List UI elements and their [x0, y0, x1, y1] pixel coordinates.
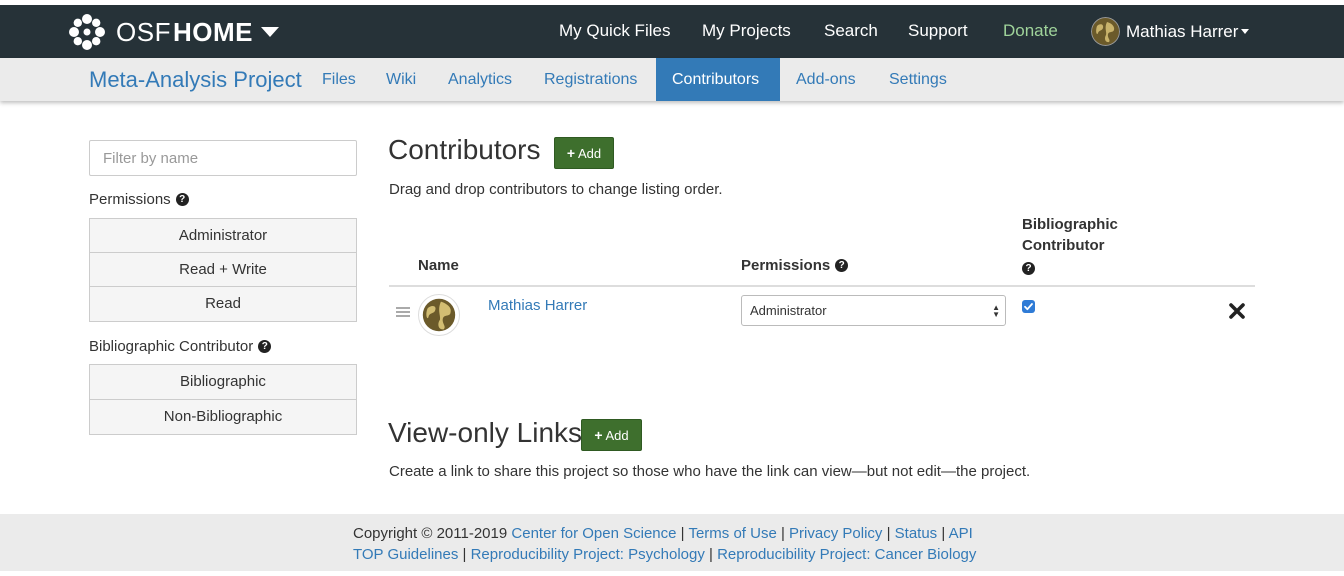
table-header-divider — [389, 285, 1255, 287]
bibliographic-filter-group: Bibliographic Non-Bibliographic — [89, 364, 357, 435]
filter-by-name-input[interactable] — [89, 140, 357, 176]
nav-support[interactable]: Support — [908, 21, 968, 41]
footer-copyright: Copyright © 2011-2019 — [353, 525, 508, 542]
tab-settings[interactable]: Settings — [889, 58, 947, 101]
nav-search[interactable]: Search — [824, 21, 878, 41]
footer: Copyright © 2011-2019 Center for Open Sc… — [0, 514, 1344, 571]
select-arrows-icon: ▲ ▼ — [992, 303, 1000, 319]
permission-select[interactable]: Administrator ▲ ▼ — [741, 295, 1006, 326]
caret-down-icon — [260, 27, 279, 37]
footer-link-top-guidelines[interactable]: TOP Guidelines — [353, 546, 458, 563]
drag-handle-icon[interactable] — [396, 307, 410, 318]
contributor-avatar — [418, 294, 460, 336]
user-menu[interactable]: Mathias Harrer — [1091, 17, 1250, 46]
contributor-name-link[interactable]: Mathias Harrer — [488, 297, 587, 314]
user-name: Mathias Harrer — [1126, 21, 1239, 41]
user-avatar — [1091, 17, 1120, 46]
add-contributor-label: Add — [578, 145, 602, 161]
footer-line-1: Copyright © 2011-2019 Center for Open Sc… — [353, 525, 973, 542]
top-navbar: OSF HOME My Quick Files My Projects Sear… — [0, 5, 1344, 58]
footer-link-rp-cancer-biology[interactable]: Reproducibility Project: Cancer Biology — [717, 546, 976, 563]
tab-registrations[interactable]: Registrations — [544, 58, 637, 101]
filter-read-write[interactable]: Read + Write — [90, 253, 356, 287]
column-header-permissions-text: Permissions — [741, 257, 831, 274]
column-header-permissions: Permissions ? — [741, 257, 849, 274]
view-only-links-helptext: Create a link to share this project so t… — [389, 463, 1031, 480]
column-header-bibliographic: Bibliographic Contributor ? — [1022, 214, 1152, 277]
project-navbar: Meta-Analysis Project Files Wiki Analyti… — [0, 58, 1344, 101]
checkmark-icon — [1024, 303, 1033, 311]
column-header-name: Name — [418, 257, 459, 274]
add-contributor-button[interactable]: + Add — [554, 137, 614, 169]
osf-logo-icon — [69, 14, 105, 50]
column-header-bibliographic-line1: Bibliographic — [1022, 216, 1118, 233]
contributors-helptext: Drag and drop contributors to change lis… — [389, 181, 723, 198]
tab-files[interactable]: Files — [322, 58, 356, 101]
brand-osf-text: OSF — [116, 16, 171, 47]
nav-my-quick-files[interactable]: My Quick Files — [559, 21, 670, 41]
tab-wiki[interactable]: Wiki — [386, 58, 416, 101]
permissions-label-text: Permissions — [89, 191, 171, 208]
footer-link-api[interactable]: API — [949, 525, 973, 542]
permissions-filter-group: Administrator Read + Write Read — [89, 218, 357, 322]
question-circle-icon[interactable]: ? — [1022, 262, 1035, 275]
remove-contributor-icon[interactable] — [1228, 302, 1246, 320]
footer-link-rp-psychology[interactable]: Reproducibility Project: Psychology — [471, 546, 705, 563]
brand-home-text: HOME — [172, 16, 253, 47]
question-circle-icon[interactable]: ? — [175, 193, 189, 206]
footer-line-2: TOP Guidelines | Reproducibility Project… — [353, 546, 977, 563]
plus-icon: + — [566, 145, 576, 161]
footer-link-terms[interactable]: Terms of Use — [688, 525, 776, 542]
tab-analytics[interactable]: Analytics — [448, 58, 512, 101]
project-title[interactable]: Meta-Analysis Project — [89, 67, 302, 93]
nav-donate[interactable]: Donate — [1003, 21, 1058, 41]
add-view-only-link-button[interactable]: + Add — [581, 419, 642, 451]
permission-select-value: Administrator — [750, 303, 827, 318]
tab-add-ons[interactable]: Add-ons — [796, 58, 856, 101]
add-view-only-link-label: Add — [605, 427, 629, 443]
permissions-filter-label: Permissions ? — [89, 191, 189, 208]
filter-bibliographic[interactable]: Bibliographic — [90, 365, 356, 400]
footer-link-status[interactable]: Status — [895, 525, 938, 542]
contributors-heading: Contributors — [388, 134, 541, 165]
osf-home-brand[interactable]: OSF HOME — [68, 14, 279, 50]
caret-down-icon — [1241, 29, 1250, 34]
filter-non-bibliographic[interactable]: Non-Bibliographic — [90, 400, 356, 434]
tab-contributors[interactable]: Contributors — [656, 58, 780, 101]
question-circle-icon[interactable]: ? — [835, 259, 849, 272]
bibliographic-checkbox[interactable] — [1022, 300, 1035, 313]
bibliographic-label-text: Bibliographic Contributor — [89, 338, 254, 355]
footer-link-cos[interactable]: Center for Open Science — [511, 525, 676, 542]
view-only-links-heading: View-only Links — [388, 417, 583, 448]
plus-icon: + — [594, 427, 603, 443]
column-header-bibliographic-line2: Contributor — [1022, 237, 1105, 254]
nav-my-projects[interactable]: My Projects — [702, 21, 791, 41]
question-circle-icon[interactable]: ? — [258, 340, 272, 353]
bibliographic-filter-label: Bibliographic Contributor ? — [89, 338, 272, 355]
filter-read[interactable]: Read — [90, 287, 356, 321]
footer-link-privacy[interactable]: Privacy Policy — [789, 525, 882, 542]
filter-administrator[interactable]: Administrator — [90, 219, 356, 253]
